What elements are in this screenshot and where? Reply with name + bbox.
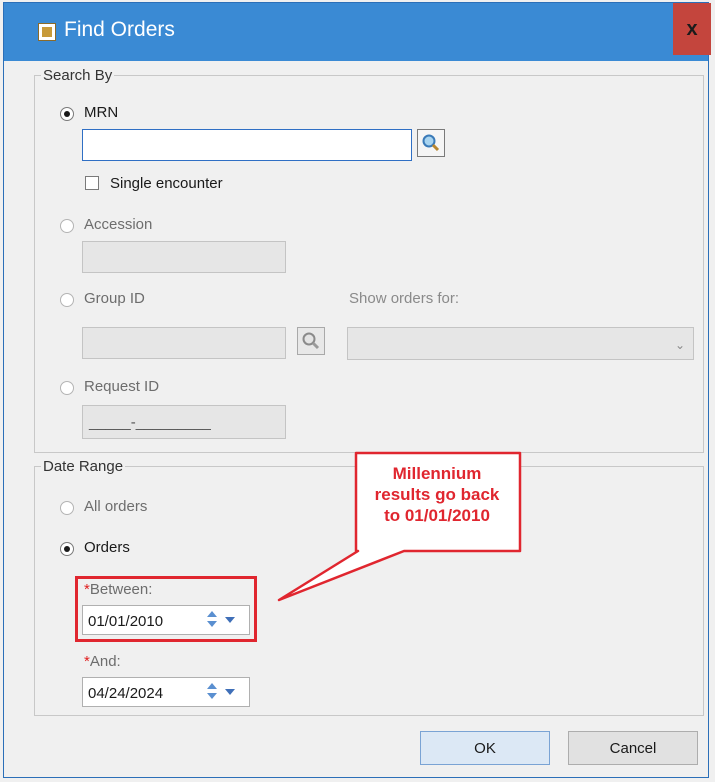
cancel-button[interactable]: Cancel [568, 731, 698, 765]
callout-text: Millennium results go back to 01/01/2010 [374, 464, 500, 525]
ok-button[interactable]: OK [420, 731, 550, 765]
find-orders-dialog: Find Orders x Search By MRN Single encou… [3, 2, 711, 778]
callout-bubble [277, 451, 522, 602]
